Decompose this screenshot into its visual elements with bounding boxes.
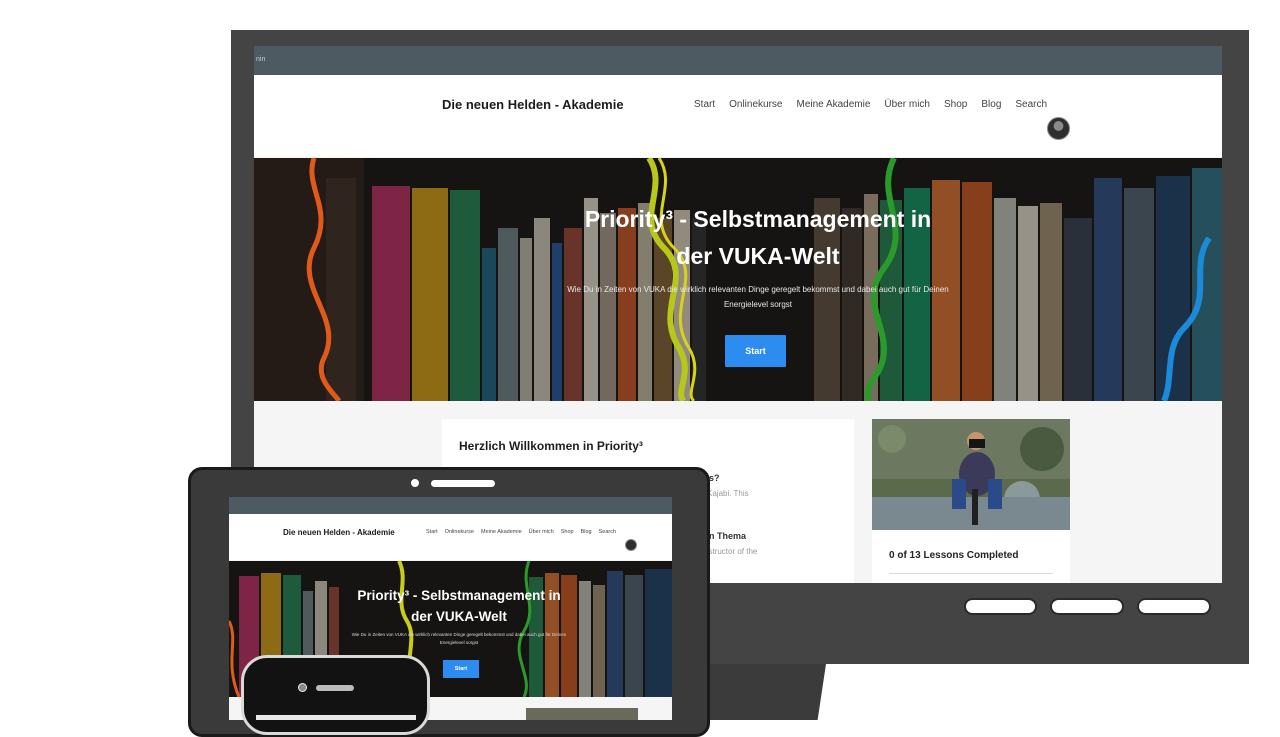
- site-navbar: [254, 75, 1222, 157]
- content-fragment: Kajabi. This: [707, 489, 749, 498]
- tablet-hero-title-line1: Priority³ - Selbstmanagement in: [357, 588, 561, 603]
- nav-meine-akademie[interactable]: Meine Akademie: [796, 99, 870, 110]
- tablet-course-photo: [526, 708, 638, 720]
- tablet-nav-blog[interactable]: Blog: [581, 529, 592, 535]
- phone-frame: [241, 655, 430, 735]
- hero-title-line2: der VUKA-Welt: [676, 243, 840, 269]
- tablet-nav-meine-akademie[interactable]: Meine Akademie: [481, 529, 522, 535]
- main-nav: Start Onlinekurse Meine Akademie Über mi…: [694, 99, 1047, 110]
- tablet-hero-start-button[interactable]: Start: [443, 660, 479, 678]
- monitor-button: [1050, 598, 1124, 615]
- nav-blog[interactable]: Blog: [981, 99, 1001, 110]
- hero-start-button[interactable]: Start: [725, 335, 786, 367]
- tablet-nav-search[interactable]: Search: [599, 529, 616, 535]
- hero-title: Priority³ - Selbstmanagement in der VUKA…: [254, 201, 1222, 275]
- hero-banner: Priority³ - Selbstmanagement in der VUKA…: [254, 158, 1222, 401]
- progress-divider: [889, 573, 1053, 574]
- tablet-camera: [411, 479, 419, 487]
- tablet-user-avatar[interactable]: [625, 539, 637, 551]
- tablet-site-brand[interactable]: Die neuen Helden - Akademie: [283, 528, 395, 537]
- tablet-main-nav: Start Onlinekurse Meine Akademie Über mi…: [426, 529, 616, 535]
- phone-speaker: [316, 685, 354, 691]
- monitor-button: [964, 598, 1037, 615]
- tablet-nav-shop[interactable]: Shop: [561, 529, 574, 535]
- tablet-hero-subtitle: Wie Du in Zeiten von VUKA die wirklich r…: [351, 632, 567, 645]
- course-photo: [872, 419, 1070, 530]
- tablet-navbar: [229, 514, 672, 560]
- nav-onlinekurse[interactable]: Onlinekurse: [729, 99, 782, 110]
- course-progress-card: 0 of 13 Lessons Completed: [872, 419, 1070, 583]
- nav-ueber-mich[interactable]: Über mich: [884, 99, 930, 110]
- tablet-hero-title: Priority³ - Selbstmanagement in der VUKA…: [289, 585, 629, 627]
- phone-camera: [298, 683, 307, 692]
- content-fragment: n Thema: [709, 531, 747, 541]
- content-fragment: nstructor of the: [704, 547, 758, 556]
- topbar-text: nin: [256, 56, 266, 63]
- monitor-button: [1137, 598, 1211, 615]
- hero-title-line1: Priority³ - Selbstmanagement in: [584, 206, 932, 232]
- tablet-nav-ueber-mich[interactable]: Über mich: [529, 529, 554, 535]
- nav-start[interactable]: Start: [694, 99, 715, 110]
- tablet-hero-title-line2: der VUKA-Welt: [411, 609, 507, 624]
- site-brand[interactable]: Die neuen Helden - Akademie: [442, 97, 624, 112]
- phone-screen: [256, 715, 416, 720]
- tablet-nav-onlinekurse[interactable]: Onlinekurse: [445, 529, 474, 535]
- tablet-nav-start[interactable]: Start: [426, 529, 438, 535]
- browser-topbar: nin: [254, 46, 1222, 75]
- user-avatar[interactable]: [1047, 117, 1070, 140]
- tablet-speaker: [431, 480, 495, 487]
- tablet-browser-topbar: [229, 497, 672, 514]
- nav-search[interactable]: Search: [1015, 99, 1047, 110]
- hero-subtitle: Wie Du in Zeiten von VUKA die wirklich r…: [567, 285, 949, 309]
- lessons-progress-text: 0 of 13 Lessons Completed: [889, 550, 1019, 561]
- nav-shop[interactable]: Shop: [944, 99, 967, 110]
- welcome-heading: Herzlich Willkommen in Priority³: [459, 439, 643, 453]
